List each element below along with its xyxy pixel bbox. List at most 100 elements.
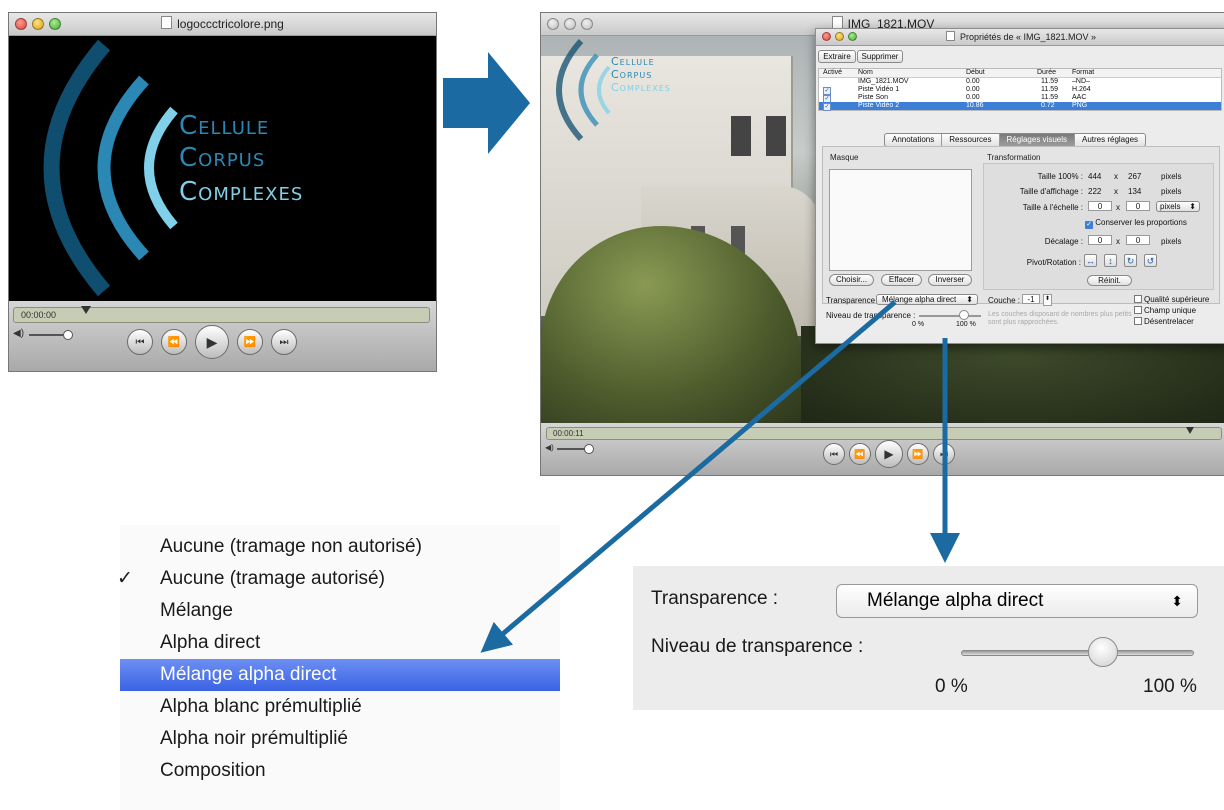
column-name[interactable]: Nom xyxy=(858,69,873,77)
minimize-button[interactable] xyxy=(564,18,576,30)
menu-item[interactable]: Mélange xyxy=(120,595,560,627)
logo-window-titlebar[interactable]: logoccctricolore.png xyxy=(9,13,436,36)
close-button[interactable] xyxy=(547,18,559,30)
play-button[interactable]: ▶ xyxy=(195,325,229,359)
deinterlace-label: Désentrelacer xyxy=(1144,317,1194,326)
checkbox-unchecked-icon[interactable] xyxy=(1134,306,1142,314)
playhead[interactable] xyxy=(81,306,91,314)
invert-button[interactable]: Inverser xyxy=(928,274,972,286)
flip-vertical-icon[interactable]: ↕ xyxy=(1104,254,1117,267)
logo-line-2: Corpus xyxy=(179,143,266,173)
scale-unit-select[interactable]: pixels ⬍ xyxy=(1156,201,1200,212)
reset-button[interactable]: Réinit. xyxy=(1087,275,1132,286)
window-opening xyxy=(766,116,786,156)
single-field-option[interactable]: Champ unique xyxy=(1134,306,1196,315)
table-row[interactable]: ✓ Piste Son 0.00 11.59 AAC xyxy=(819,94,1221,103)
playhead[interactable] xyxy=(1186,427,1194,434)
rotate-left-icon[interactable]: ↺ xyxy=(1144,254,1157,267)
layer-field[interactable]: -1 xyxy=(1022,294,1040,304)
scrub-bar[interactable] xyxy=(546,427,1222,440)
keep-ratio-option[interactable]: ✓ Conserver les proportions xyxy=(1085,218,1187,229)
properties-titlebar[interactable]: Propriétés de « IMG_1821.MOV » xyxy=(816,29,1224,46)
rotate-right-icon[interactable]: ↻ xyxy=(1124,254,1137,267)
scrub-bar[interactable] xyxy=(13,307,430,323)
extract-button[interactable]: Extraire xyxy=(818,50,856,63)
track-name: IMG_1821.MOV xyxy=(858,78,909,85)
close-button[interactable] xyxy=(822,32,831,41)
delete-button[interactable]: Supprimer xyxy=(857,50,903,63)
transparency-level-slider[interactable] xyxy=(919,315,981,317)
offset-x-field[interactable]: 0 xyxy=(1088,235,1112,245)
high-quality-option[interactable]: Qualité supérieure xyxy=(1134,295,1209,304)
volume-slider[interactable] xyxy=(29,334,63,336)
fast-forward-button[interactable]: ⏩ xyxy=(237,329,263,355)
rewind-button[interactable]: ⏪ xyxy=(849,443,871,465)
checkbox-checked-icon[interactable]: ✓ xyxy=(1085,221,1093,229)
zoom-level-max: 100 % xyxy=(1143,676,1197,697)
tab-visual-settings[interactable]: Réglages visuels xyxy=(999,134,1075,146)
menu-item-label: Alpha direct xyxy=(160,632,261,653)
layer-stepper[interactable]: ⬍ xyxy=(1043,294,1052,306)
fast-forward-button[interactable]: ⏩ xyxy=(907,443,929,465)
go-to-end-button[interactable]: ⏭ xyxy=(271,329,297,355)
scale-width-field[interactable]: 0 xyxy=(1088,201,1112,211)
tab-annotations[interactable]: Annotations xyxy=(885,134,943,146)
go-to-end-button[interactable]: ⏭ xyxy=(933,443,955,465)
minimize-button[interactable] xyxy=(835,32,844,41)
size100-times: x xyxy=(1114,172,1118,181)
volume-icon: ◀) xyxy=(545,443,554,452)
column-format[interactable]: Format xyxy=(1072,69,1094,77)
checkbox-unchecked-icon[interactable] xyxy=(1134,317,1142,325)
table-row[interactable]: IMG_1821.MOV 0.00 11.59 –ND– xyxy=(819,78,1221,86)
logo-window: logoccctricolore.png Cellule Corpus Comp… xyxy=(8,12,437,372)
go-to-start-button[interactable]: ⏮ xyxy=(823,443,845,465)
minimize-button[interactable] xyxy=(32,18,44,30)
zoom-transparency-select[interactable]: Mélange alpha direct ⬍ xyxy=(836,584,1198,618)
logo-line-3: Complexes xyxy=(179,177,304,207)
menu-item-label: Mélange xyxy=(160,600,233,621)
volume-knob[interactable] xyxy=(63,330,73,340)
menu-item[interactable]: Alpha blanc prémultiplié xyxy=(120,691,560,723)
volume-slider[interactable] xyxy=(557,448,585,450)
column-start[interactable]: Début xyxy=(966,69,985,77)
close-button[interactable] xyxy=(15,18,27,30)
table-row[interactable]: ✓ Piste Vidéo 1 0.00 11.59 H.264 xyxy=(819,86,1221,95)
choose-button[interactable]: Choisir... xyxy=(829,274,874,286)
zoom-button[interactable] xyxy=(49,18,61,30)
menu-item[interactable]: Alpha noir prémultiplié xyxy=(120,723,560,755)
zoom-button[interactable] xyxy=(581,18,593,30)
clear-button[interactable]: Effacer xyxy=(881,274,922,286)
menu-item-checked[interactable]: ✓ Aucune (tramage autorisé) xyxy=(117,563,560,595)
logo-arc-inner xyxy=(144,106,178,230)
transparency-select[interactable]: Mélange alpha direct ⬍ xyxy=(876,294,978,305)
play-button[interactable]: ▶ xyxy=(875,440,903,468)
zoom-button[interactable] xyxy=(848,32,857,41)
rewind-button[interactable]: ⏪ xyxy=(161,329,187,355)
offset-times: x xyxy=(1116,237,1120,246)
menu-item[interactable]: Aucune (tramage non autorisé) xyxy=(120,531,560,563)
tab-resources[interactable]: Ressources xyxy=(942,134,1000,146)
deinterlace-option[interactable]: Désentrelacer xyxy=(1134,317,1194,326)
table-row-selected[interactable]: ✓ Piste Vidéo 2 10.86 0.72 PNG xyxy=(819,102,1221,111)
transparency-level-thumb[interactable] xyxy=(959,310,969,320)
flip-horizontal-icon[interactable]: ↔ xyxy=(1084,254,1097,267)
column-duration[interactable]: Durée xyxy=(1037,69,1056,77)
pivot-label: Pivot/Rotation : xyxy=(1026,258,1081,267)
scale-height-field[interactable]: 0 xyxy=(1126,201,1150,211)
tab-other-settings[interactable]: Autres réglages xyxy=(1075,134,1145,146)
go-to-start-button[interactable]: ⏮ xyxy=(127,329,153,355)
mask-well[interactable] xyxy=(829,169,972,271)
track-format: H.264 xyxy=(1072,86,1091,93)
volume-knob[interactable] xyxy=(584,444,594,454)
menu-item[interactable]: Alpha direct xyxy=(120,627,560,659)
menu-item[interactable]: Composition xyxy=(120,755,560,787)
offset-y-field[interactable]: 0 xyxy=(1126,235,1150,245)
track-duration: 11.59 xyxy=(1041,78,1058,85)
track-checkbox[interactable]: ✓ xyxy=(823,103,831,111)
zoom-level-slider[interactable] xyxy=(961,650,1194,656)
checkbox-unchecked-icon[interactable] xyxy=(1134,295,1142,303)
column-active[interactable]: Activé xyxy=(823,69,842,77)
zoom-level-thumb[interactable] xyxy=(1088,637,1118,667)
menu-item-highlighted[interactable]: Mélange alpha direct xyxy=(120,659,560,691)
logo-arc-inner xyxy=(597,65,611,115)
